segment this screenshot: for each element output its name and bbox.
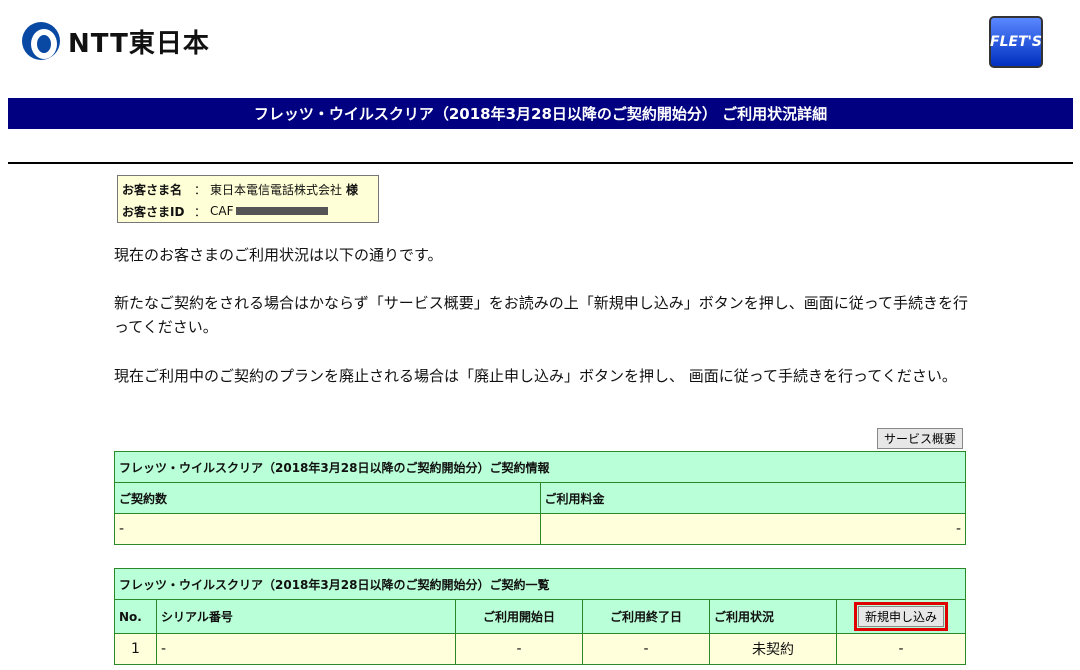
new-application-button[interactable]: 新規申し込み [857,606,944,627]
col-contract-count: ご契約数 [114,482,541,514]
ntt-logo-icon [22,22,60,60]
col-usage-fee: ご利用料金 [539,482,966,514]
ntt-logo: NTT東日本 [22,22,210,60]
redaction-bar [235,207,328,215]
contract-info-title: フレッツ・ウイルスクリア（2018年3月28日以降のご契約開始分）ご契約情報 [114,451,966,483]
contract-count-value: - [114,513,541,545]
usage-fee-value: - [539,513,966,545]
contract-info-table: フレッツ・ウイルスクリア（2018年3月28日以降のご契約開始分）ご契約情報 ご… [114,451,966,545]
customer-name-suffix: 様 [346,182,359,197]
col-start-date: ご利用開始日 [455,599,583,634]
row-start-date: - [455,633,583,665]
message-new-contract: 新たなご契約をされる場合はかならず「サービス概要」をお読みの上「新規申し込み」ボ… [114,294,968,336]
customer-name-value: 東日本電信電話株式会社 [210,182,343,197]
customer-info-box: お客さま名 ： 東日本電信電話株式会社 様 お客さまID ： CAF [117,175,379,223]
flets-logo: FLET'S [989,16,1043,68]
customer-name-label: お客さま名 [122,182,183,197]
contract-list-title: フレッツ・ウイルスクリア（2018年3月28日以降のご契約開始分）ご契約一覧 [114,568,966,600]
customer-id-label: お客さまID [122,204,185,219]
message-cancel: 現在ご利用中のご契約のプランを廃止される場合は「廃止申し込み」ボタンを押し、 画… [114,367,957,385]
table-row: 1 - - - 未契約 - [114,633,966,665]
message-status: 現在のお客さまのご利用状況は以下の通りです。 [114,246,443,264]
row-serial: - [156,633,456,665]
col-end-date: ご利用終了日 [582,599,710,634]
new-application-highlight: 新規申し込み [853,602,948,631]
row-no: 1 [114,633,157,665]
contract-list-table: フレッツ・ウイルスクリア（2018年3月28日以降のご契約開始分）ご契約一覧 N… [114,568,966,665]
service-overview-button[interactable]: サービス概要 [877,428,964,449]
row-end-date: - [582,633,710,665]
col-action: 新規申し込み [836,599,966,634]
col-no: No. [114,599,157,634]
col-serial: シリアル番号 [156,599,456,634]
page-title: フレッツ・ウイルスクリア（2018年3月28日以降のご契約開始分） ご利用状況詳… [8,98,1073,129]
customer-id-value: CAF [210,204,234,218]
row-action: - [836,633,966,665]
col-status: ご利用状況 [709,599,837,634]
logo-text: NTT東日本 [68,28,210,59]
row-status: 未契約 [709,633,837,665]
divider [8,162,1073,164]
